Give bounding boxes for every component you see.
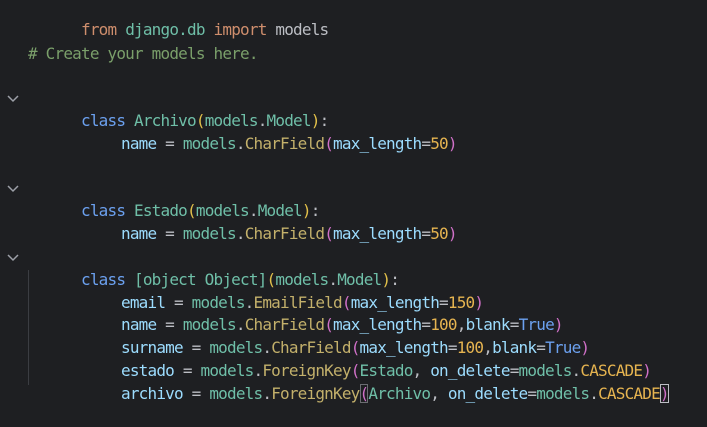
chevron-down-icon[interactable] <box>6 90 20 108</box>
arg-value: 50 <box>430 224 448 243</box>
field-module: models <box>182 224 237 243</box>
code-line-class-estado[interactable]: class Estado(models.Model): <box>0 178 707 220</box>
arg-name: max_length <box>333 134 422 153</box>
field-name: name <box>121 224 157 243</box>
matched-bracket-close: ) <box>659 384 670 403</box>
arg-value: 50 <box>430 134 448 153</box>
code-line-field-surname[interactable]: surname = models.CharField(max_length=10… <box>0 315 707 357</box>
keyword-import: import <box>213 20 268 39</box>
code-line-field-estado[interactable]: estado = models.ForeignKey(Estado, on_de… <box>0 338 707 380</box>
field-module: models <box>182 134 237 153</box>
field-name: name <box>121 134 157 153</box>
comment-text: # Create your models here. <box>28 44 258 63</box>
chevron-down-icon[interactable] <box>6 180 20 198</box>
code-line-field-name[interactable]: name = models.CharField(max_length=100,b… <box>0 292 707 334</box>
code-line-comment[interactable]: # Create your models here. <box>0 43 707 65</box>
code-line-field-email[interactable]: email = models.EmailField(max_length=150… <box>0 270 707 312</box>
assign: = <box>156 224 183 243</box>
imported-name: models <box>275 20 329 39</box>
code-line-import[interactable]: from django.db import models <box>0 0 707 39</box>
code-line-field[interactable]: name = models.CharField(max_length=50) <box>0 111 707 153</box>
field-module: models <box>209 384 263 403</box>
code-line-field[interactable]: name = models.CharField(max_length=50) <box>0 201 707 243</box>
arg-name: on_delete <box>447 384 528 403</box>
code-line-class-usuario[interactable]: class [object Object](models.Model): <box>0 247 707 289</box>
assign: = <box>156 134 183 153</box>
arg-name: max_length <box>333 224 422 243</box>
code-line-class-archivo[interactable]: class Archivo(models.Model): <box>0 88 707 130</box>
field-type: ForeignKey <box>271 384 360 403</box>
keyword-from: from <box>81 20 117 39</box>
foreign-ref: Archivo <box>368 384 431 403</box>
arg-value: CASCADE <box>598 384 661 403</box>
field-type: CharField <box>244 134 325 153</box>
arg-module: models <box>536 384 590 403</box>
code-line-field-archivo[interactable]: archivo = models.ForeignKey(Archivo, on_… <box>0 361 707 403</box>
field-name: archivo <box>121 384 184 403</box>
field-type: CharField <box>244 224 325 243</box>
module-name: django.db <box>125 20 205 39</box>
code-editor[interactable]: from django.db import models # Create yo… <box>0 0 707 403</box>
chevron-down-icon[interactable] <box>6 249 20 267</box>
